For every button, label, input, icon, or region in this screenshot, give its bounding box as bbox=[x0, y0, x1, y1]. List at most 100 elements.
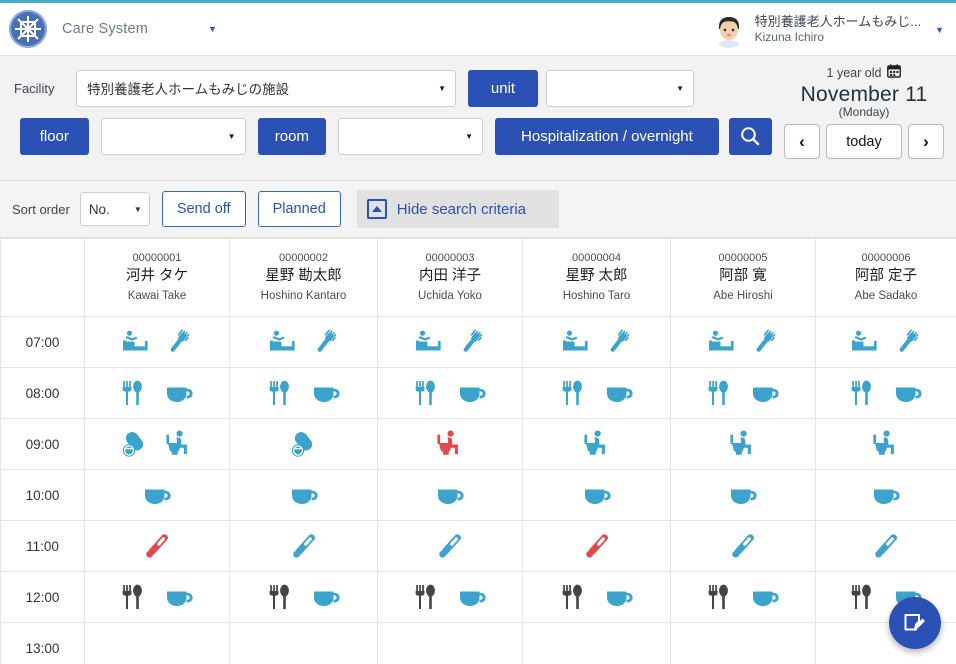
drink-cup-icon[interactable] bbox=[164, 582, 194, 612]
medication-pill-icon[interactable] bbox=[289, 429, 319, 459]
schedule-cell[interactable] bbox=[377, 469, 523, 521]
bed-wakeup-icon[interactable] bbox=[706, 327, 736, 357]
schedule-cell[interactable] bbox=[84, 418, 230, 470]
meal-icon[interactable] bbox=[120, 378, 150, 408]
edit-record-fab[interactable] bbox=[889, 597, 941, 649]
bed-wakeup-icon[interactable] bbox=[120, 327, 150, 357]
toothbrush-icon[interactable] bbox=[164, 327, 194, 357]
calendar-icon[interactable] bbox=[887, 64, 902, 81]
meal-icon[interactable] bbox=[849, 582, 879, 612]
schedule-cell[interactable] bbox=[815, 367, 956, 419]
today-button[interactable]: today bbox=[826, 124, 902, 159]
toothbrush-icon[interactable] bbox=[311, 327, 341, 357]
schedule-cell[interactable] bbox=[84, 520, 230, 572]
schedule-cell[interactable] bbox=[229, 571, 378, 623]
patient-column-header[interactable]: 00000002 星野 勘太郎 Hoshino Kantaro bbox=[229, 238, 378, 317]
schedule-cell[interactable] bbox=[377, 367, 523, 419]
toothbrush-icon[interactable] bbox=[604, 327, 634, 357]
thermometer-icon[interactable] bbox=[435, 531, 465, 561]
previous-day-button[interactable]: ‹ bbox=[784, 124, 820, 159]
schedule-cell[interactable] bbox=[84, 367, 230, 419]
schedule-cell[interactable] bbox=[670, 622, 816, 664]
schedule-cell[interactable] bbox=[522, 367, 671, 419]
drink-cup-icon[interactable] bbox=[457, 378, 487, 408]
schedule-cell[interactable] bbox=[377, 520, 523, 572]
sort-order-select[interactable]: No. ▼ bbox=[79, 192, 150, 226]
schedule-cell[interactable] bbox=[670, 571, 816, 623]
schedule-cell[interactable] bbox=[522, 418, 671, 470]
meal-icon[interactable] bbox=[120, 582, 150, 612]
unit-select[interactable]: ▼ bbox=[546, 69, 694, 107]
patient-column-header[interactable]: 00000004 星野 太郎 Hoshino Taro bbox=[522, 238, 671, 317]
meal-icon[interactable] bbox=[706, 378, 736, 408]
meal-icon[interactable] bbox=[267, 582, 297, 612]
medication-pill-icon[interactable] bbox=[120, 429, 150, 459]
patient-column-header[interactable]: 00000005 阿部 寛 Abe Hiroshi bbox=[670, 238, 816, 317]
patient-column-header[interactable]: 00000003 内田 洋子 Uchida Yoko bbox=[377, 238, 523, 317]
toothbrush-icon[interactable] bbox=[750, 327, 780, 357]
schedule-cell[interactable] bbox=[522, 571, 671, 623]
drink-cup-icon[interactable] bbox=[311, 582, 341, 612]
schedule-cell[interactable] bbox=[229, 469, 378, 521]
schedule-cell[interactable] bbox=[377, 418, 523, 470]
schedule-cell[interactable] bbox=[229, 520, 378, 572]
schedule-cell[interactable] bbox=[84, 571, 230, 623]
schedule-cell[interactable] bbox=[815, 520, 956, 572]
schedule-cell[interactable] bbox=[815, 469, 956, 521]
toothbrush-icon[interactable] bbox=[893, 327, 923, 357]
thermometer-icon[interactable] bbox=[289, 531, 319, 561]
toilet-icon[interactable] bbox=[582, 429, 612, 459]
drink-cup-icon[interactable] bbox=[750, 582, 780, 612]
toilet-icon[interactable] bbox=[728, 429, 758, 459]
drink-cup-icon[interactable] bbox=[311, 378, 341, 408]
user-menu[interactable]: 特別養護老人ホームもみじ... Kizuna Ichiro ▼ bbox=[710, 3, 956, 56]
schedule-cell[interactable] bbox=[84, 469, 230, 521]
drink-cup-icon[interactable] bbox=[164, 378, 194, 408]
bed-wakeup-icon[interactable] bbox=[267, 327, 297, 357]
meal-icon[interactable] bbox=[267, 378, 297, 408]
schedule-cell[interactable] bbox=[522, 622, 671, 664]
schedule-cell[interactable] bbox=[815, 418, 956, 470]
meal-icon[interactable] bbox=[413, 378, 443, 408]
drink-cup-icon[interactable] bbox=[457, 582, 487, 612]
room-select[interactable]: ▼ bbox=[338, 117, 484, 155]
drink-cup-icon[interactable] bbox=[142, 480, 172, 510]
meal-icon[interactable] bbox=[849, 378, 879, 408]
toothbrush-icon[interactable] bbox=[457, 327, 487, 357]
patient-column-header[interactable]: 00000001 河井 タケ Kawai Take bbox=[84, 238, 230, 317]
schedule-cell[interactable] bbox=[670, 520, 816, 572]
next-day-button[interactable]: › bbox=[908, 124, 944, 159]
bed-wakeup-icon[interactable] bbox=[560, 327, 590, 357]
thermometer-icon[interactable] bbox=[871, 531, 901, 561]
hide-search-criteria-button[interactable]: Hide search criteria bbox=[356, 190, 559, 228]
thermometer-icon[interactable] bbox=[142, 531, 172, 561]
drink-cup-icon[interactable] bbox=[893, 378, 923, 408]
planned-button[interactable]: Planned bbox=[257, 191, 341, 227]
drink-cup-icon[interactable] bbox=[435, 480, 465, 510]
schedule-cell[interactable] bbox=[670, 316, 816, 368]
schedule-cell[interactable] bbox=[522, 469, 671, 521]
schedule-cell[interactable] bbox=[229, 622, 378, 664]
meal-icon[interactable] bbox=[706, 582, 736, 612]
user-menu-caret-icon[interactable]: ▼ bbox=[935, 25, 944, 35]
drink-cup-icon[interactable] bbox=[604, 582, 634, 612]
drink-cup-icon[interactable] bbox=[871, 480, 901, 510]
schedule-cell[interactable] bbox=[670, 469, 816, 521]
hospitalization-overnight-button[interactable]: Hospitalization / overnight bbox=[495, 117, 719, 155]
bed-wakeup-icon[interactable] bbox=[849, 327, 879, 357]
schedule-cell[interactable] bbox=[229, 316, 378, 368]
schedule-cell[interactable] bbox=[377, 316, 523, 368]
bed-wakeup-icon[interactable] bbox=[413, 327, 443, 357]
send-off-button[interactable]: Send off bbox=[161, 191, 246, 227]
drink-cup-icon[interactable] bbox=[728, 480, 758, 510]
schedule-cell[interactable] bbox=[377, 622, 523, 664]
schedule-cell[interactable] bbox=[670, 367, 816, 419]
schedule-cell[interactable] bbox=[522, 520, 671, 572]
meal-icon[interactable] bbox=[560, 582, 590, 612]
drink-cup-icon[interactable] bbox=[289, 480, 319, 510]
meal-icon[interactable] bbox=[560, 378, 590, 408]
drink-cup-icon[interactable] bbox=[582, 480, 612, 510]
thermometer-icon[interactable] bbox=[582, 531, 612, 561]
search-button[interactable] bbox=[728, 117, 772, 155]
schedule-cell[interactable] bbox=[229, 367, 378, 419]
